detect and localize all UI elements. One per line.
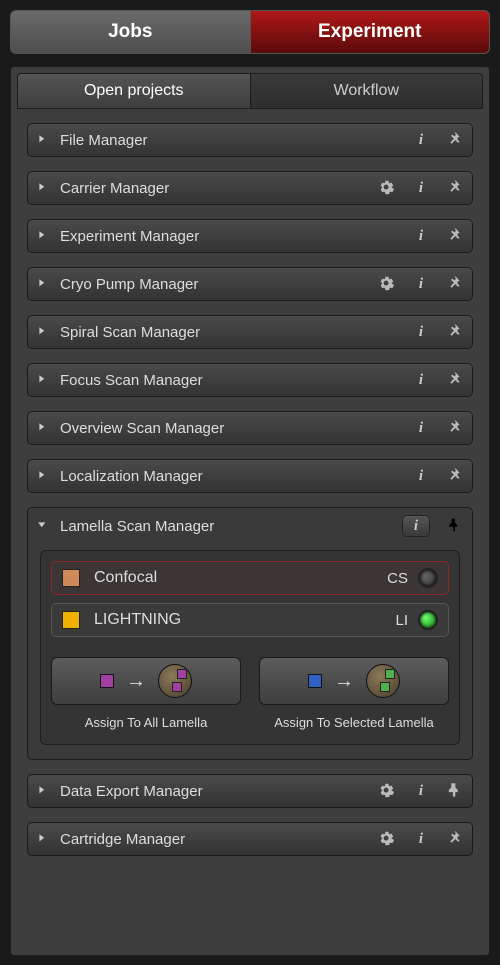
- expand-arrow-icon: [36, 373, 50, 387]
- gear-icon[interactable]: [378, 782, 396, 800]
- mode-confocal[interactable]: Confocal CS: [51, 561, 449, 595]
- panel-title: Cartridge Manager: [60, 831, 378, 848]
- mode-list: Confocal CS LIGHTNING LI: [51, 561, 449, 637]
- pin-icon[interactable]: [446, 371, 464, 389]
- info-icon[interactable]: i: [412, 419, 430, 437]
- panel-title: Localization Manager: [60, 468, 412, 485]
- panel-title: Experiment Manager: [60, 228, 412, 245]
- mode-abbr: CS: [387, 570, 408, 587]
- gear-icon[interactable]: [378, 830, 396, 848]
- collapse-arrow-icon: [36, 519, 50, 533]
- panel-title: File Manager: [60, 132, 412, 149]
- assign-all-button[interactable]: →: [51, 657, 241, 705]
- assign-selected-label: Assign To Selected Lamella: [274, 715, 433, 730]
- panel-cryopump[interactable]: Cryo Pump Manager i: [27, 267, 473, 301]
- panel-carrier[interactable]: Carrier Manager i: [27, 171, 473, 205]
- panel-list: File Manager i Carrier Manager i Experim…: [17, 123, 483, 856]
- source-swatch-icon: [308, 674, 322, 688]
- info-icon[interactable]: i: [412, 782, 430, 800]
- tab-open-projects[interactable]: Open projects: [17, 73, 251, 109]
- pin-icon[interactable]: [446, 419, 464, 437]
- top-tabs: Jobs Experiment: [0, 0, 500, 54]
- expand-arrow-icon: [36, 133, 50, 147]
- assign-all-label: Assign To All Lamella: [85, 715, 208, 730]
- panel-overview[interactable]: Overview Scan Manager i: [27, 411, 473, 445]
- assign-row: → Assign To All Lamella → Assign To Sele…: [51, 657, 449, 730]
- pin-icon[interactable]: [446, 467, 464, 485]
- mode-name: Confocal: [94, 569, 387, 587]
- panel-experiment[interactable]: Experiment Manager i: [27, 219, 473, 253]
- panel-title: Lamella Scan Manager: [60, 518, 402, 535]
- expand-arrow-icon: [36, 421, 50, 435]
- panel-title: Spiral Scan Manager: [60, 324, 412, 341]
- panel-title: Overview Scan Manager: [60, 420, 412, 437]
- source-swatch-icon: [100, 674, 114, 688]
- pin-icon[interactable]: [446, 830, 464, 848]
- pin-icon[interactable]: [446, 323, 464, 341]
- panel-lamella[interactable]: Lamella Scan Manager i: [28, 508, 472, 544]
- mode-lightning[interactable]: LIGHTNING LI: [51, 603, 449, 637]
- panel-lamella-expanded: Lamella Scan Manager i Confocal CS LIGHT…: [27, 507, 473, 760]
- pin-icon[interactable]: [446, 782, 464, 800]
- info-icon[interactable]: i: [412, 830, 430, 848]
- info-icon[interactable]: i: [412, 131, 430, 149]
- arrow-right-icon: →: [334, 670, 354, 693]
- panel-dataexport[interactable]: Data Export Manager i: [27, 774, 473, 808]
- workflow-content: Open projects Workflow File Manager i Ca…: [10, 66, 490, 956]
- panel-title: Focus Scan Manager: [60, 372, 412, 389]
- panel-focus[interactable]: Focus Scan Manager i: [27, 363, 473, 397]
- info-icon[interactable]: i: [412, 179, 430, 197]
- mode-indicator[interactable]: [418, 610, 438, 630]
- gear-icon[interactable]: [378, 179, 396, 197]
- pin-icon[interactable]: [446, 227, 464, 245]
- panel-title: Cryo Pump Manager: [60, 276, 378, 293]
- mode-abbr: LI: [395, 612, 408, 629]
- panel-file[interactable]: File Manager i: [27, 123, 473, 157]
- panel-cartridge[interactable]: Cartridge Manager i: [27, 822, 473, 856]
- expand-arrow-icon: [36, 277, 50, 291]
- arrow-right-icon: →: [126, 670, 146, 693]
- expand-arrow-icon: [36, 469, 50, 483]
- info-icon[interactable]: i: [412, 227, 430, 245]
- panel-spiral[interactable]: Spiral Scan Manager i: [27, 315, 473, 349]
- info-icon[interactable]: i: [412, 275, 430, 293]
- expand-arrow-icon: [36, 832, 50, 846]
- pin-icon[interactable]: [446, 179, 464, 197]
- panel-title: Carrier Manager: [60, 180, 378, 197]
- sub-tabs: Open projects Workflow: [17, 73, 483, 109]
- mode-swatch: [62, 569, 80, 587]
- info-icon[interactable]: i: [412, 323, 430, 341]
- info-icon[interactable]: i: [412, 371, 430, 389]
- pin-icon[interactable]: [446, 275, 464, 293]
- carrier-disc-icon: [366, 664, 400, 698]
- expand-arrow-icon: [36, 229, 50, 243]
- pin-icon[interactable]: [446, 517, 464, 535]
- tab-experiment[interactable]: Experiment: [251, 10, 491, 54]
- info-icon[interactable]: i: [412, 467, 430, 485]
- info-icon[interactable]: i: [402, 515, 430, 537]
- tab-workflow[interactable]: Workflow: [251, 73, 484, 109]
- panel-title: Data Export Manager: [60, 783, 378, 800]
- gear-icon[interactable]: [378, 275, 396, 293]
- carrier-disc-icon: [158, 664, 192, 698]
- mode-indicator[interactable]: [418, 568, 438, 588]
- expand-arrow-icon: [36, 325, 50, 339]
- tab-jobs[interactable]: Jobs: [10, 10, 251, 54]
- pin-icon[interactable]: [446, 131, 464, 149]
- panel-localization[interactable]: Localization Manager i: [27, 459, 473, 493]
- mode-swatch: [62, 611, 80, 629]
- mode-name: LIGHTNING: [94, 611, 395, 629]
- lamella-inner: Confocal CS LIGHTNING LI → Assign To All…: [40, 550, 460, 745]
- expand-arrow-icon: [36, 181, 50, 195]
- assign-selected-button[interactable]: →: [259, 657, 449, 705]
- expand-arrow-icon: [36, 784, 50, 798]
